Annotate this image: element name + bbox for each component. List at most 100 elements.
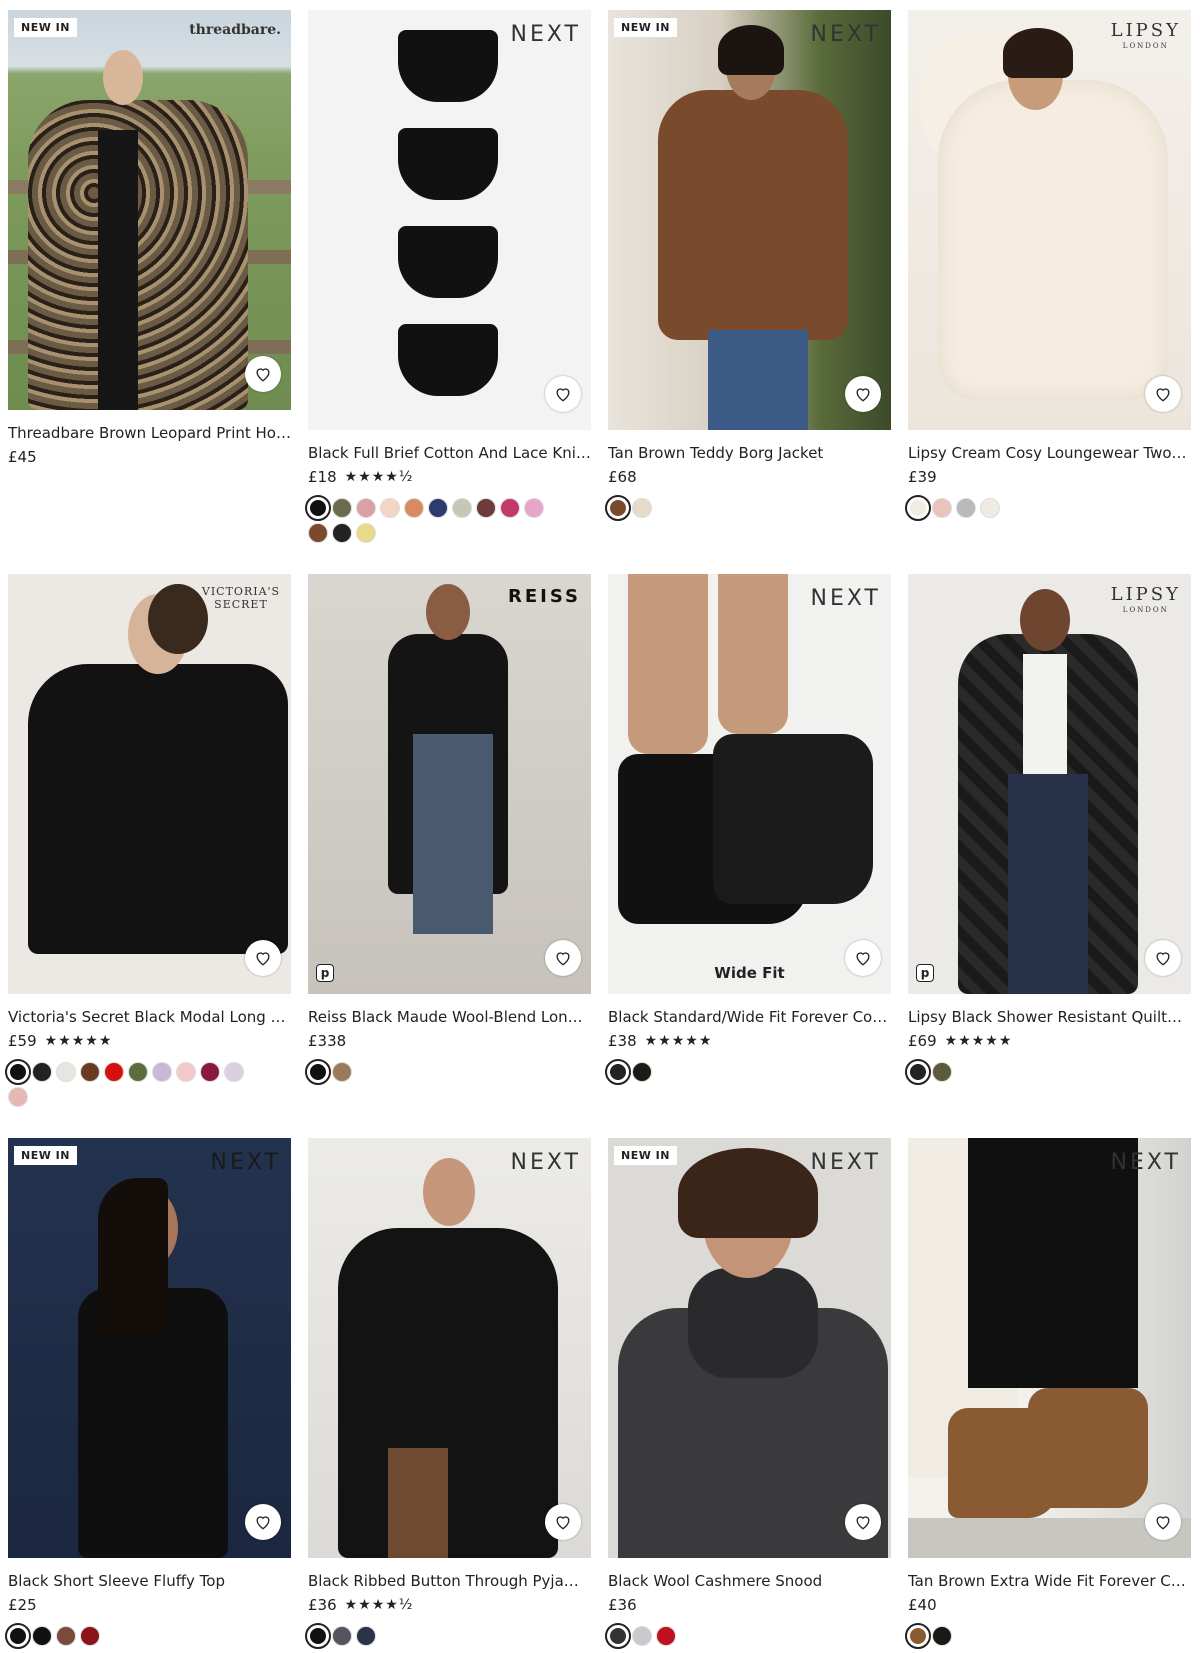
favourite-heart-icon[interactable]	[545, 1504, 581, 1540]
colour-swatch[interactable]	[905, 1059, 931, 1085]
colour-swatch[interactable]	[452, 498, 472, 518]
colour-swatch[interactable]	[104, 1062, 124, 1082]
product-card[interactable]: NEW IN NEXT Black Wool Cashmere Snood £3…	[605, 1138, 891, 1649]
product-image[interactable]: LIPSY LONDON p	[908, 574, 1191, 994]
colour-swatch[interactable]	[308, 523, 328, 543]
colour-swatch[interactable]	[305, 495, 331, 521]
product-title[interactable]: Reiss Black Maude Wool-Blend Lon…	[308, 1008, 591, 1026]
favourite-heart-icon[interactable]	[1145, 376, 1181, 412]
product-card[interactable]: NEXT Black Full Brief Cotton And Lace Kn…	[305, 10, 591, 543]
colour-swatch[interactable]	[380, 498, 400, 518]
product-card[interactable]: NEW IN threadbare. Threadbare Brown Leop…	[8, 10, 291, 466]
product-price: £68	[608, 468, 637, 486]
product-title[interactable]: Lipsy Black Shower Resistant Quilte…	[908, 1008, 1191, 1026]
colour-swatch[interactable]	[8, 1087, 28, 1107]
colour-swatch[interactable]	[305, 1059, 331, 1085]
colour-swatch[interactable]	[632, 1062, 652, 1082]
colour-swatch[interactable]	[332, 1062, 352, 1082]
product-image[interactable]: NEW IN NEXT	[608, 10, 891, 430]
product-title[interactable]: Black Short Sleeve Fluffy Top	[8, 1572, 291, 1590]
colour-swatch[interactable]	[80, 1062, 100, 1082]
colour-swatch[interactable]	[932, 498, 952, 518]
favourite-heart-icon[interactable]	[545, 940, 581, 976]
colour-swatch[interactable]	[905, 1623, 931, 1649]
colour-swatch[interactable]	[332, 498, 352, 518]
colour-swatch[interactable]	[404, 498, 424, 518]
product-title[interactable]: Tan Brown Extra Wide Fit Forever Co…	[908, 1572, 1191, 1590]
favourite-heart-icon[interactable]	[1145, 1504, 1181, 1540]
colour-swatch[interactable]	[305, 1623, 331, 1649]
favourite-heart-icon[interactable]	[245, 356, 281, 392]
product-card[interactable]: LIPSY LONDON p Lipsy Black Shower Resista…	[905, 574, 1191, 1085]
favourite-heart-icon[interactable]	[245, 940, 281, 976]
favourite-heart-icon[interactable]	[545, 376, 581, 412]
product-image[interactable]: NEW IN NEXT	[8, 1138, 291, 1558]
product-card[interactable]: NEXT Tan Brown Extra Wide Fit Forever Co…	[905, 1138, 1191, 1649]
colour-swatch[interactable]	[356, 1626, 376, 1646]
colour-swatch[interactable]	[605, 1059, 631, 1085]
colour-swatch[interactable]	[656, 1626, 676, 1646]
product-image[interactable]: NEW IN threadbare.	[8, 10, 291, 410]
product-image[interactable]: NEXT	[908, 1138, 1191, 1558]
colour-swatch[interactable]	[932, 1626, 952, 1646]
colour-swatch[interactable]	[152, 1062, 172, 1082]
colour-swatch[interactable]	[80, 1626, 100, 1646]
product-card[interactable]: NEW IN NEXT Tan Brown Teddy Borg Jacket …	[605, 10, 891, 521]
colour-swatch[interactable]	[905, 495, 931, 521]
colour-swatch[interactable]	[56, 1062, 76, 1082]
colour-swatch[interactable]	[176, 1062, 196, 1082]
colour-swatch[interactable]	[56, 1626, 76, 1646]
colour-swatch[interactable]	[500, 498, 520, 518]
product-title[interactable]: Victoria's Secret Black Modal Long …	[8, 1008, 291, 1026]
colour-swatch[interactable]	[605, 1623, 631, 1649]
product-title[interactable]: Black Standard/Wide Fit Forever Co…	[608, 1008, 891, 1026]
colour-swatch[interactable]	[956, 498, 976, 518]
colour-swatches	[305, 1059, 548, 1085]
product-image[interactable]: REISS p	[308, 574, 591, 994]
colour-swatch[interactable]	[428, 498, 448, 518]
favourite-heart-icon[interactable]	[845, 1504, 881, 1540]
product-card[interactable]: VICTORIA'S SECRET Victoria's Secret Blac…	[5, 574, 291, 1107]
colour-swatch[interactable]	[332, 523, 352, 543]
colour-swatch[interactable]	[5, 1623, 31, 1649]
product-image[interactable]: NEXT	[308, 1138, 591, 1558]
product-title[interactable]: Threadbare Brown Leopard Print Ho…	[8, 424, 291, 442]
product-title[interactable]: Lipsy Cream Cosy Loungewear Two…	[908, 444, 1191, 462]
colour-swatch[interactable]	[524, 498, 544, 518]
colour-swatch[interactable]	[932, 1062, 952, 1082]
colour-swatch[interactable]	[32, 1626, 52, 1646]
colour-swatch[interactable]	[632, 498, 652, 518]
colour-swatch[interactable]	[605, 495, 631, 521]
product-card[interactable]: NEXT Black Ribbed Button Through Pyja… £…	[305, 1138, 591, 1649]
product-card[interactable]: LIPSY LONDON Lipsy Cream Cosy Loungewear …	[905, 10, 1191, 521]
rating-stars: ★★★★★	[644, 1033, 713, 1049]
colour-swatch[interactable]	[32, 1062, 52, 1082]
product-image[interactable]: LIPSY LONDON	[908, 10, 1191, 430]
product-title[interactable]: Black Ribbed Button Through Pyja…	[308, 1572, 591, 1590]
product-image[interactable]: NEXT	[308, 10, 591, 430]
favourite-heart-icon[interactable]	[1145, 940, 1181, 976]
product-image[interactable]: NEW IN NEXT	[608, 1138, 891, 1558]
colour-swatch[interactable]	[224, 1062, 244, 1082]
colour-swatch[interactable]	[332, 1626, 352, 1646]
product-image[interactable]: VICTORIA'S SECRET	[8, 574, 291, 994]
product-title[interactable]: Black Wool Cashmere Snood	[608, 1572, 891, 1590]
product-card[interactable]: NEW IN NEXT Black Short Sleeve Fluffy To…	[5, 1138, 291, 1649]
product-image[interactable]: NEXT Wide Fit	[608, 574, 891, 994]
favourite-heart-icon[interactable]	[845, 376, 881, 412]
favourite-heart-icon[interactable]	[245, 1504, 281, 1540]
colour-swatch[interactable]	[356, 523, 376, 543]
favourite-heart-icon[interactable]	[845, 940, 881, 976]
product-card[interactable]: NEXT Wide Fit Black Standard/Wide Fit Fo…	[605, 574, 891, 1085]
colour-swatch[interactable]	[200, 1062, 220, 1082]
product-title[interactable]: Tan Brown Teddy Borg Jacket	[608, 444, 891, 462]
colour-swatch[interactable]	[980, 498, 1000, 518]
colour-swatch[interactable]	[128, 1062, 148, 1082]
product-card[interactable]: REISS p Reiss Black Maude Wool-Blend Lon…	[305, 574, 591, 1085]
colour-swatch[interactable]	[356, 498, 376, 518]
product-title[interactable]: Black Full Brief Cotton And Lace Kni…	[308, 444, 591, 462]
colour-swatch[interactable]	[476, 498, 496, 518]
colour-swatch[interactable]	[5, 1059, 31, 1085]
colour-swatch[interactable]	[632, 1626, 652, 1646]
colour-swatches	[5, 1059, 248, 1107]
